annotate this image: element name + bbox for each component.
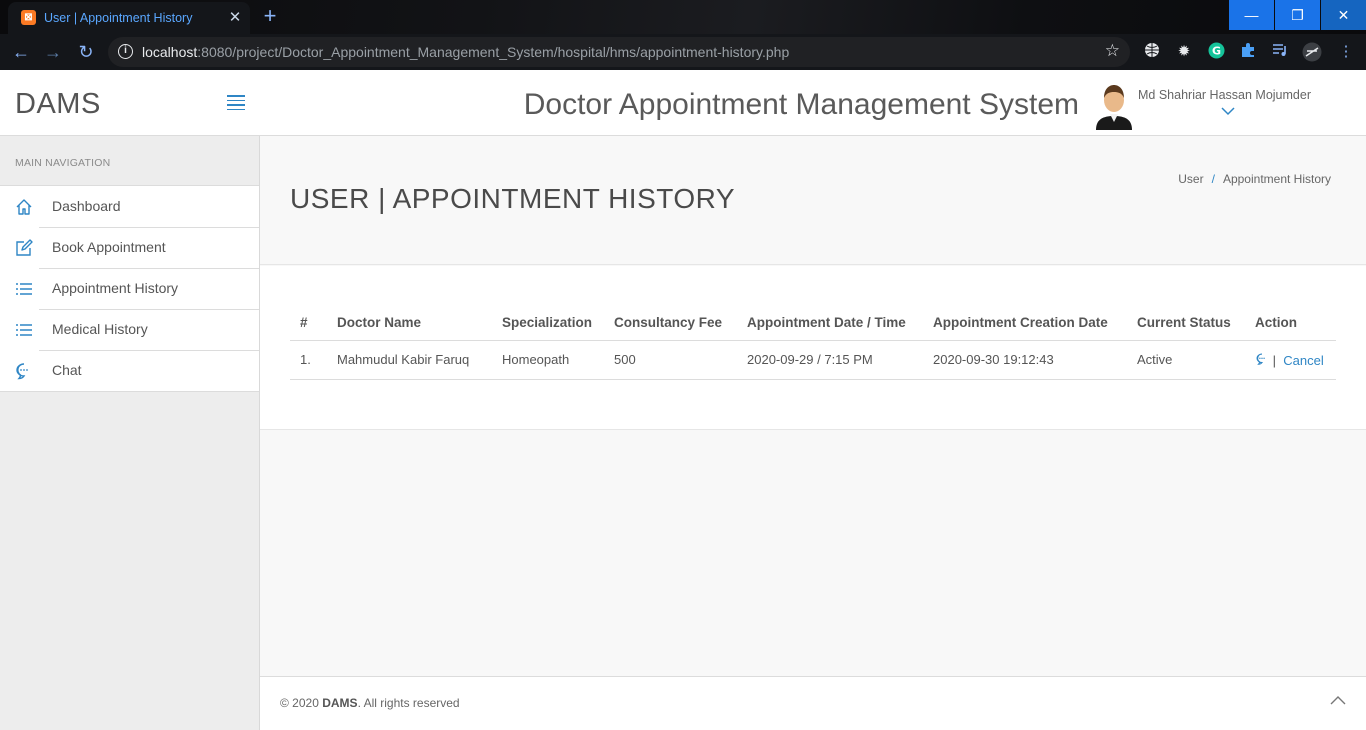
column-header: # xyxy=(290,305,327,341)
sidebar-item-label: Dashboard xyxy=(52,198,121,214)
copyright-text: © 2020 DAMS. All rights reserved xyxy=(280,696,460,710)
web-page: DAMS MAIN NAVIGATION Dashboard Book Appo… xyxy=(0,70,1366,730)
reload-icon[interactable]: ↻ xyxy=(73,39,99,65)
list-icon xyxy=(14,279,34,299)
cancel-link[interactable]: Cancel xyxy=(1283,353,1323,368)
grammarly-icon[interactable]: G xyxy=(1206,42,1226,62)
brand-row: DAMS xyxy=(0,70,260,136)
nav-section-title: MAIN NAVIGATION xyxy=(15,157,111,169)
profile-avatar-icon[interactable] xyxy=(1302,42,1322,62)
page-heading-area: USER | APPOINTMENT HISTORY User / Appointm… xyxy=(260,136,1366,265)
puzzle-extensions-icon[interactable] xyxy=(1238,42,1258,62)
specialization: Homeopath xyxy=(492,340,604,380)
gear-extension-icon[interactable]: ✹ xyxy=(1174,42,1194,62)
globe-extension-icon[interactable] xyxy=(1142,42,1162,62)
url-text[interactable]: localhost:8080/project/Doctor_Appointmen… xyxy=(142,44,789,60)
page-title: USER | APPOINTMENT HISTORY xyxy=(290,183,736,214)
tab-title: User | Appointment History xyxy=(44,11,193,25)
address-bar[interactable]: i localhost:8080/project/Doctor_Appointm… xyxy=(108,37,1130,67)
media-queue-icon[interactable] xyxy=(1270,42,1290,62)
column-header: Specialization xyxy=(492,305,604,341)
appointment-history-table: # Doctor Name Specialization Consultancy… xyxy=(290,305,1336,380)
browser-tab[interactable]: ⊠ User | Appointment History ✕ xyxy=(8,2,250,34)
sidebar-item-appointment-history[interactable]: Appointment History xyxy=(0,268,259,309)
breadcrumb-current: Appointment History xyxy=(1222,172,1331,186)
sidebar-item-label: Chat xyxy=(52,362,82,378)
row-index: 1. xyxy=(290,340,327,380)
table-row: 1. Mahmudul Kabir Faruq Homeopath 500 20… xyxy=(290,340,1336,380)
minimize-button[interactable]: — xyxy=(1229,0,1274,30)
user-avatar[interactable] xyxy=(1094,82,1134,130)
chat-icon[interactable] xyxy=(1255,352,1269,366)
main-navigation: Dashboard Book Appointment Appointment H… xyxy=(0,185,259,392)
action-cell: | Cancel xyxy=(1245,340,1336,380)
footer-brand: DAMS xyxy=(322,696,358,710)
sidebar-item-chat[interactable]: Chat xyxy=(0,350,259,391)
column-header: Action xyxy=(1245,305,1336,341)
forward-icon[interactable]: → xyxy=(40,39,66,65)
column-header: Doctor Name xyxy=(327,305,492,341)
footer: © 2020 DAMS. All rights reserved xyxy=(260,676,1366,730)
appointment-history-panel: # Doctor Name Specialization Consultancy… xyxy=(260,266,1366,430)
brand-logo-text[interactable]: DAMS xyxy=(15,88,101,121)
browser-tab-strip: ⊠ User | Appointment History ✕ + — ❐ ✕ xyxy=(0,0,1366,34)
sidebar-item-label: Book Appointment xyxy=(52,239,166,255)
column-header: Consultancy Fee xyxy=(604,305,737,341)
tab-close-icon[interactable]: ✕ xyxy=(226,8,244,26)
new-tab-button[interactable]: + xyxy=(258,4,282,28)
status-text: Active xyxy=(1127,340,1245,380)
sidebar-item-book-appointment[interactable]: Book Appointment xyxy=(0,227,259,268)
scroll-to-top-icon[interactable] xyxy=(1330,693,1346,709)
close-window-button[interactable]: ✕ xyxy=(1321,0,1366,30)
xampp-favicon-icon: ⊠ xyxy=(21,10,36,25)
column-header: Appointment Date / Time xyxy=(737,305,923,341)
chat-icon xyxy=(14,361,34,381)
breadcrumb: User / Appointment History xyxy=(1178,172,1331,186)
sidebar-item-medical-history[interactable]: Medical History xyxy=(0,309,259,350)
back-icon[interactable]: ← xyxy=(8,39,34,65)
column-header: Appointment Creation Date xyxy=(923,305,1127,341)
action-separator: | xyxy=(1272,352,1277,368)
appointment-datetime: 2020-09-29 / 7:15 PM xyxy=(737,340,923,380)
system-title: Doctor Appointment Management System xyxy=(523,88,1079,121)
doctor-name: Mahmudul Kabir Faruq xyxy=(327,340,492,380)
consultancy-fee: 500 xyxy=(604,340,737,380)
top-header: Doctor Appointment Management System Md … xyxy=(260,70,1366,136)
chevron-down-icon[interactable] xyxy=(1221,104,1235,118)
breadcrumb-separator: / xyxy=(1211,172,1215,186)
sidebar-item-label: Appointment History xyxy=(52,280,179,296)
browser-menu-icon[interactable]: ⋮ xyxy=(1336,42,1356,62)
edit-icon xyxy=(14,238,34,258)
svg-text:G: G xyxy=(1211,45,1220,58)
sidebar-item-label: Medical History xyxy=(52,321,148,337)
list-icon xyxy=(14,320,34,340)
bookmark-star-icon[interactable]: ☆ xyxy=(1105,41,1120,61)
home-icon xyxy=(14,197,34,217)
site-info-icon[interactable]: i xyxy=(118,44,133,59)
user-name[interactable]: Md Shahriar Hassan Mojumder xyxy=(1138,88,1311,102)
sidebar: DAMS MAIN NAVIGATION Dashboard Book Appo… xyxy=(0,70,260,730)
table-header-row: # Doctor Name Specialization Consultancy… xyxy=(290,305,1336,341)
column-header: Current Status xyxy=(1127,305,1245,341)
restore-button[interactable]: ❐ xyxy=(1275,0,1320,30)
browser-toolbar: ← → ↻ i localhost:8080/project/Doctor_Ap… xyxy=(0,34,1366,70)
sidebar-item-dashboard[interactable]: Dashboard xyxy=(0,186,259,227)
breadcrumb-user[interactable]: User xyxy=(1178,172,1203,186)
sidebar-toggle-icon[interactable] xyxy=(227,95,245,113)
creation-date: 2020-09-30 19:12:43 xyxy=(923,340,1127,380)
